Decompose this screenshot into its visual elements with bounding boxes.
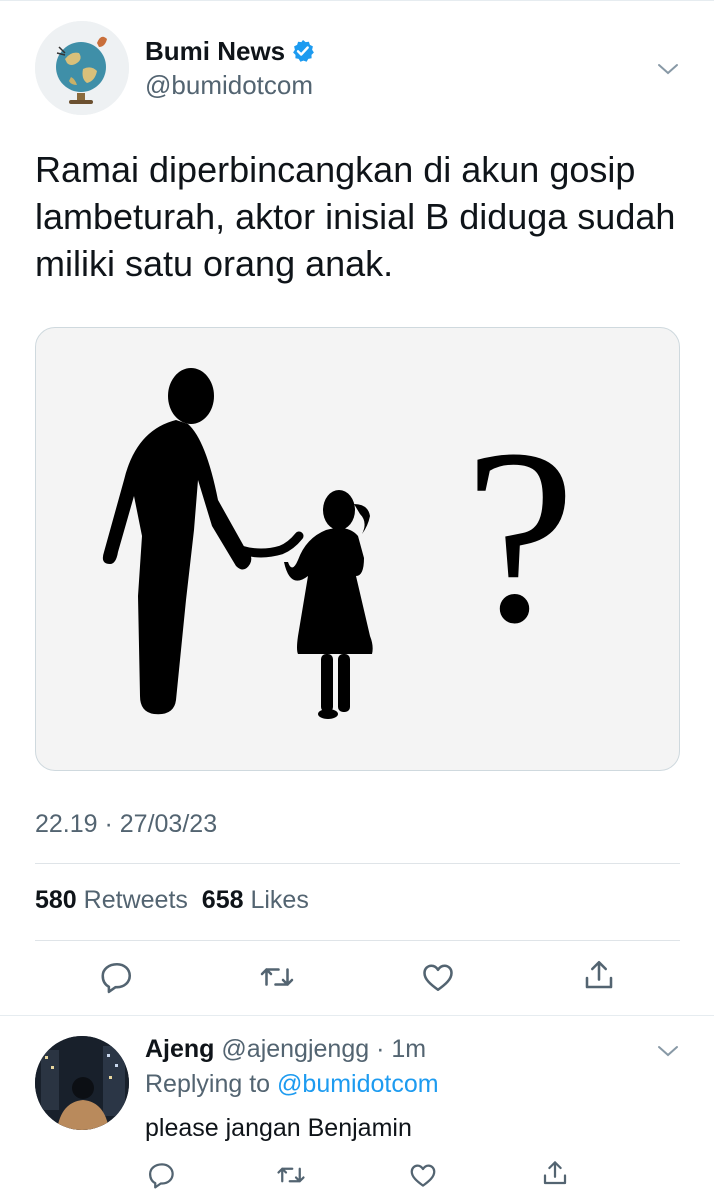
reply-icon: [101, 962, 132, 994]
retweets-count[interactable]: 580: [35, 886, 77, 914]
author-name[interactable]: Bumi News: [145, 36, 285, 67]
like-icon: [423, 964, 453, 992]
reply-time[interactable]: · 1m: [376, 1035, 426, 1063]
retweet-icon: [277, 1167, 305, 1183]
retweet-icon: [260, 968, 294, 986]
silhouette-illustration: ?: [102, 368, 576, 719]
chevron-down-icon[interactable]: [656, 1043, 680, 1059]
like-icon: [410, 1164, 436, 1187]
verified-badge-icon: [291, 39, 315, 63]
like-button[interactable]: [420, 959, 456, 995]
reply-like-button[interactable]: [408, 1160, 438, 1190]
retweet-button[interactable]: [259, 959, 295, 995]
tweet-stats: 580 Retweets 658 Likes: [35, 886, 309, 915]
reply-author-handle[interactable]: @ajengjengg: [221, 1035, 369, 1063]
top-divider: [0, 0, 714, 1]
replying-to: Replying to @bumidotcom: [145, 1070, 439, 1099]
reply-header: Ajeng @ajengjengg · 1m: [145, 1035, 426, 1064]
tweet-timestamp[interactable]: 22.19 · 27/03/23: [35, 810, 217, 839]
globe-logo-icon: [35, 21, 129, 115]
bumi-news-avatar[interactable]: [35, 21, 129, 115]
likes-count[interactable]: 658: [202, 886, 244, 914]
question-mark: ?: [465, 398, 576, 675]
reply-author-name[interactable]: Ajeng: [145, 1035, 214, 1063]
ajeng-avatar[interactable]: [35, 1036, 129, 1130]
profile-photo: [35, 1036, 129, 1130]
divider: [35, 863, 680, 864]
replying-label: Replying to: [145, 1070, 271, 1098]
tweet-media-image[interactable]: ?: [35, 327, 680, 771]
divider: [0, 1015, 714, 1016]
share-icon: [585, 960, 613, 989]
likes-label[interactable]: Likes: [250, 886, 308, 914]
reply-share-button[interactable]: [540, 1158, 570, 1188]
author-handle[interactable]: @bumidotcom: [145, 70, 315, 101]
child-silhouette: [284, 490, 373, 719]
adult-silhouette: [102, 368, 252, 715]
author-block: Bumi News @bumidotcom: [145, 36, 315, 101]
retweets-label[interactable]: Retweets: [84, 886, 188, 914]
share-button[interactable]: [581, 957, 617, 993]
divider: [35, 940, 680, 941]
reply-text: please jangan Benjamin: [145, 1114, 412, 1142]
reply-reply-button[interactable]: [147, 1160, 177, 1190]
reply-retweet-button[interactable]: [276, 1160, 306, 1190]
reply-icon: [149, 1163, 174, 1189]
tweet-text: Ramai diperbincangkan di akun gosip lamb…: [35, 149, 676, 284]
replying-mention-link[interactable]: @bumidotcom: [277, 1070, 439, 1098]
chevron-down-icon[interactable]: [656, 61, 680, 77]
reply-button[interactable]: [99, 959, 135, 995]
share-icon: [543, 1161, 567, 1185]
